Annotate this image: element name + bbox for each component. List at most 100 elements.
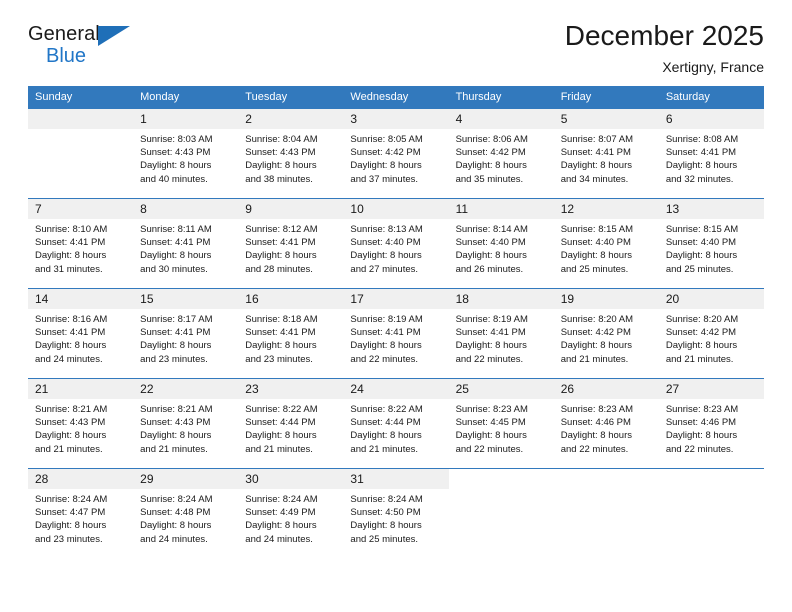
calendar-body: 1 Sunrise: 8:03 AM Sunset: 4:43 PM Daylight… [28,109,764,558]
sunset-time: Sunset: 4:41 PM [35,237,106,249]
page-header: General Blue December 2025 Xertigny, Fra… [28,0,764,75]
general-blue-logo[interactable]: General Blue [28,24,148,70]
day-details: Sunrise: 8:18 AM Sunset: 4:41 PM Daylight:… [238,309,343,366]
daylight-duration-line1: Daylight: 8 hours [245,250,317,262]
calendar-day-cell[interactable]: 27 Sunrise: 8:23 AM Sunset: 4:46 PM Dayligh… [658,378,764,469]
calendar-day-cell[interactable]: 23 Sunrise: 8:22 AM Sunset: 4:44 PM Dayligh… [238,378,344,469]
calendar-day-cell[interactable]: 26 Sunrise: 8:23 AM Sunset: 4:46 PM Dayligh… [553,378,659,469]
daylight-duration-line1: Daylight: 8 hours [665,250,738,262]
calendar-day-cell[interactable]: 28 Sunrise: 8:24 AM Sunset: 4:47 PM Dayligh… [28,468,134,558]
sunrise-time: Sunrise: 8:18 AM [245,314,318,325]
day-number: 18 [448,289,554,309]
calendar-day-cell[interactable]: 24 Sunrise: 8:22 AM Sunset: 4:44 PM Dayligh… [343,378,449,469]
sunset-time: Sunset: 4:47 PM [35,507,106,519]
sunrise-time: Sunrise: 8:24 AM [245,494,318,505]
day-details: Sunrise: 8:03 AM Sunset: 4:43 PM Daylight:… [133,129,238,186]
sunrise-time: Sunrise: 8:23 AM [455,404,528,415]
day-number: 24 [343,379,449,399]
calendar-day-cell[interactable]: 4 Sunrise: 8:06 AM Sunset: 4:42 PM Daylight… [448,109,554,199]
daylight-duration-line2: and 22 minutes. [665,443,734,455]
day-number: 10 [343,199,449,219]
sunrise-sunset-calendar: Sunday Monday Tuesday Wednesday Thursday… [28,86,764,558]
calendar-day-cell[interactable]: 8 Sunrise: 8:11 AM Sunset: 4:41 PM Daylight… [133,198,239,289]
daylight-duration-line1: Daylight: 8 hours [245,160,317,172]
daylight-duration-line1: Daylight: 8 hours [35,520,107,532]
daylight-duration-line2: and 26 minutes. [455,263,524,275]
calendar-day-cell[interactable]: 19 Sunrise: 8:20 AM Sunset: 4:42 PM Dayligh… [553,288,659,379]
calendar-day-cell[interactable]: 16 Sunrise: 8:18 AM Sunset: 4:41 PM Dayligh… [238,288,344,379]
calendar-day-cell[interactable]: 12 Sunrise: 8:15 AM Sunset: 4:40 PM Dayligh… [553,198,659,289]
daylight-duration-line2: and 22 minutes. [455,443,524,455]
sunrise-time: Sunrise: 8:21 AM [140,404,213,415]
day-details: Sunrise: 8:04 AM Sunset: 4:43 PM Daylight:… [238,129,343,186]
day-details: Sunrise: 8:15 AM Sunset: 4:40 PM Daylight:… [659,219,764,276]
daylight-duration-line1: Daylight: 8 hours [35,430,107,442]
triangle-icon [98,26,130,46]
daylight-duration-line2: and 32 minutes. [665,173,734,185]
day-number [28,109,134,129]
daylight-duration-line2: and 40 minutes. [140,173,208,185]
calendar-day-cell[interactable]: 13 Sunrise: 8:15 AM Sunset: 4:40 PM Dayligh… [658,198,764,289]
calendar-day-cell[interactable]: 18 Sunrise: 8:19 AM Sunset: 4:41 PM Dayligh… [448,288,554,379]
calendar-day-cell[interactable]: 10 Sunrise: 8:13 AM Sunset: 4:40 PM Dayligh… [343,198,449,289]
calendar-day-cell[interactable]: 2 Sunrise: 8:04 AM Sunset: 4:43 PM Daylight… [238,109,344,199]
daylight-duration-line2: and 24 minutes. [140,533,208,545]
day-details: Sunrise: 8:07 AM Sunset: 4:41 PM Daylight:… [554,129,659,186]
daylight-duration-line1: Daylight: 8 hours [350,340,422,352]
day-details: Sunrise: 8:11 AM Sunset: 4:41 PM Daylight:… [133,219,238,276]
sunset-time: Sunset: 4:43 PM [140,417,211,429]
sunset-time: Sunset: 4:43 PM [245,147,316,159]
day-number: 31 [343,469,449,489]
daylight-duration-line1: Daylight: 8 hours [350,160,422,172]
daylight-duration-line1: Daylight: 8 hours [140,430,212,442]
sunrise-time: Sunrise: 8:08 AM [665,134,739,145]
sunset-time: Sunset: 4:49 PM [245,507,316,519]
day-number: 13 [658,199,764,219]
daylight-duration-line2: and 24 minutes. [245,533,313,545]
daylight-duration-line2: and 23 minutes. [140,353,208,365]
calendar-day-cell[interactable]: 15 Sunrise: 8:17 AM Sunset: 4:41 PM Dayligh… [133,288,239,379]
calendar-day-cell[interactable]: 3 Sunrise: 8:05 AM Sunset: 4:42 PM Daylight… [343,109,449,199]
calendar-day-cell[interactable]: 17 Sunrise: 8:19 AM Sunset: 4:41 PM Dayligh… [343,288,449,379]
calendar-week-row: 7 Sunrise: 8:10 AM Sunset: 4:41 PM Daylight… [28,198,764,289]
sunrise-time: Sunrise: 8:19 AM [455,314,528,325]
calendar-day-cell[interactable]: 30 Sunrise: 8:24 AM Sunset: 4:49 PM Dayligh… [238,468,344,558]
calendar-page: General Blue December 2025 Xertigny, Fra… [0,0,792,612]
calendar-day-cell[interactable]: 25 Sunrise: 8:23 AM Sunset: 4:45 PM Dayligh… [448,378,554,469]
sunrise-time: Sunrise: 8:04 AM [245,134,318,145]
day-details: Sunrise: 8:22 AM Sunset: 4:44 PM Daylight:… [238,399,343,456]
calendar-day-cell[interactable]: 11 Sunrise: 8:14 AM Sunset: 4:40 PM Dayligh… [448,198,554,289]
calendar-day-cell[interactable]: 14 Sunrise: 8:16 AM Sunset: 4:41 PM Dayligh… [28,288,134,379]
sunset-time: Sunset: 4:42 PM [665,327,737,339]
sunset-time: Sunset: 4:46 PM [665,417,737,429]
sunrise-time: Sunrise: 8:24 AM [35,494,108,505]
day-details: Sunrise: 8:23 AM Sunset: 4:46 PM Daylight:… [659,399,764,456]
daylight-duration-line1: Daylight: 8 hours [455,340,527,352]
calendar-day-cell[interactable]: 31 Sunrise: 8:24 AM Sunset: 4:50 PM Dayligh… [343,468,449,558]
sunset-time: Sunset: 4:41 PM [665,147,737,159]
sunrise-time: Sunrise: 8:16 AM [35,314,108,325]
calendar-day-cell[interactable]: 21 Sunrise: 8:21 AM Sunset: 4:43 PM Dayligh… [28,378,134,469]
daylight-duration-line1: Daylight: 8 hours [245,430,317,442]
day-details: Sunrise: 8:24 AM Sunset: 4:50 PM Daylight:… [343,489,448,546]
sunrise-time: Sunrise: 8:05 AM [350,134,423,145]
day-details: Sunrise: 8:15 AM Sunset: 4:40 PM Daylight:… [554,219,659,276]
calendar-day-cell[interactable]: 6 Sunrise: 8:08 AM Sunset: 4:41 PM Daylight… [658,109,764,199]
daylight-duration-line2: and 21 minutes. [350,443,419,455]
calendar-day-cell[interactable]: 5 Sunrise: 8:07 AM Sunset: 4:41 PM Daylight… [553,109,659,199]
day-number: 23 [238,379,344,399]
calendar-day-cell[interactable]: 7 Sunrise: 8:10 AM Sunset: 4:41 PM Daylight… [28,198,134,289]
calendar-day-cell[interactable]: 1 Sunrise: 8:03 AM Sunset: 4:43 PM Daylight… [133,109,239,199]
calendar-day-cell[interactable]: 9 Sunrise: 8:12 AM Sunset: 4:41 PM Daylight… [238,198,344,289]
calendar-week-row: 28 Sunrise: 8:24 AM Sunset: 4:47 PM Dayligh… [28,468,764,558]
day-details: Sunrise: 8:21 AM Sunset: 4:43 PM Daylight:… [28,399,133,456]
day-details: Sunrise: 8:22 AM Sunset: 4:44 PM Daylight:… [343,399,448,456]
calendar-day-cell[interactable]: 22 Sunrise: 8:21 AM Sunset: 4:43 PM Dayligh… [133,378,239,469]
calendar-day-cell[interactable]: 29 Sunrise: 8:24 AM Sunset: 4:48 PM Dayligh… [133,468,239,558]
day-number: 9 [238,199,344,219]
daylight-duration-line1: Daylight: 8 hours [350,250,422,262]
sunset-time: Sunset: 4:41 PM [245,327,316,339]
day-details: Sunrise: 8:24 AM Sunset: 4:48 PM Daylight:… [133,489,238,546]
calendar-day-cell[interactable]: 20 Sunrise: 8:20 AM Sunset: 4:42 PM Dayligh… [658,288,764,379]
daylight-duration-line1: Daylight: 8 hours [350,430,422,442]
